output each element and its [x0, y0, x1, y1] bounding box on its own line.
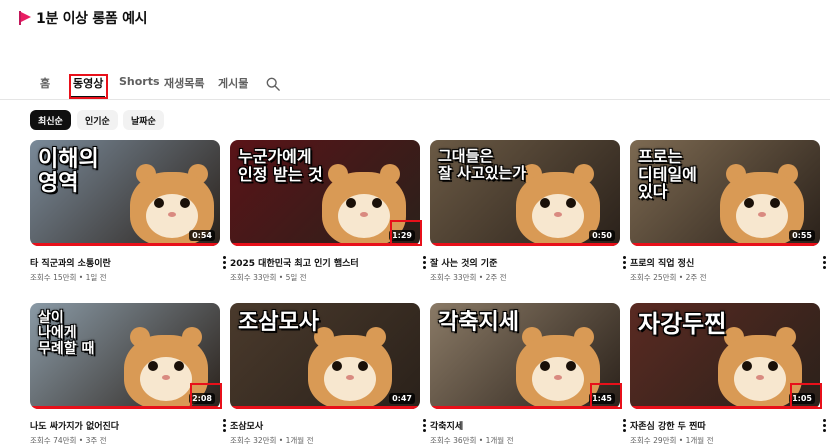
section-heading-text: 1분 이상 롱폼 예시	[36, 11, 148, 27]
video-card[interactable]: 프로는 디테일에 있다 0:55 프로의 직업 정신 조회수 25만회 • 2주 전	[630, 140, 826, 282]
video-card[interactable]: 조삼모사 0:47 조삼모사 조회수 32만회 • 1개월 전	[230, 303, 426, 445]
highlight-box-videos-tab	[69, 74, 108, 99]
watch-progress-bar	[230, 406, 420, 409]
video-meta: 조회수 74만회 • 3주 전	[30, 436, 107, 445]
video-thumbnail[interactable]: 조삼모사 0:47	[230, 303, 420, 409]
filter-oldest[interactable]: 날짜순	[123, 110, 164, 130]
video-title[interactable]: 잘 사는 것의 기준	[430, 256, 497, 269]
flag-icon	[18, 11, 32, 25]
video-meta: 조회수 29만회 • 1개월 전	[630, 436, 714, 445]
more-options-icon[interactable]	[222, 256, 226, 270]
more-options-icon[interactable]	[622, 419, 626, 433]
tab-home[interactable]: 홈	[40, 75, 50, 91]
highlight-box-duration	[390, 220, 422, 246]
filter-popular[interactable]: 인기순	[77, 110, 118, 130]
filter-latest[interactable]: 최신순	[30, 110, 71, 130]
more-options-icon[interactable]	[822, 419, 826, 433]
video-duration: 0:54	[189, 230, 215, 241]
video-title[interactable]: 나도 싸가지가 없어진다	[30, 419, 119, 432]
video-title[interactable]: 조삼모사	[230, 419, 263, 432]
video-title[interactable]: 타 직군과의 소통이란	[30, 256, 111, 269]
video-meta: 조회수 32만회 • 1개월 전	[230, 436, 314, 445]
video-card[interactable]: 각축지세 1:45 각축지세 조회수 36만회 • 1개월 전	[430, 303, 626, 445]
video-meta: 조회수 33만회 • 2주 전	[430, 273, 507, 282]
thumbnail-caption: 프로는 디테일에 있다	[638, 147, 697, 202]
video-thumbnail[interactable]: 이해의 영역 0:54	[30, 140, 220, 246]
video-meta: 조회수 33만회 • 5일 전	[230, 273, 307, 282]
thumbnail-caption: 각축지세	[438, 310, 519, 335]
video-thumbnail[interactable]: 그대들은 잘 사고있는가 0:50	[430, 140, 620, 246]
video-card[interactable]: 이해의 영역 0:54 타 직군과의 소통이란 조회수 15만회 • 1일 전	[30, 140, 226, 282]
section-heading: 1분 이상 롱폼 예시	[18, 8, 148, 28]
thumbnail-caption: 누군가에게 인정 받는 것	[238, 147, 323, 184]
more-options-icon[interactable]	[822, 256, 826, 270]
video-duration: 0:50	[589, 230, 615, 241]
video-card[interactable]: 살이 나에게 무례할 때 2:08 나도 싸가지가 없어진다 조회수 74만회 • …	[30, 303, 226, 445]
video-title[interactable]: 자존심 강한 두 찐따	[630, 419, 706, 432]
thumbnail-caption: 살이 나에게 무례할 때	[38, 310, 95, 357]
tab-playlists[interactable]: 재생목록	[164, 75, 204, 91]
thumbnail-caption: 조삼모사	[238, 310, 319, 335]
video-title[interactable]: 2025 대한민국 최고 인기 햄스터	[230, 256, 359, 269]
video-duration: 0:47	[389, 393, 415, 404]
highlight-box-duration	[590, 383, 622, 409]
video-meta: 조회수 25만회 • 2주 전	[630, 273, 707, 282]
thumbnail-caption: 자강두찐	[638, 310, 727, 338]
more-options-icon[interactable]	[422, 256, 426, 270]
highlight-box-duration	[790, 383, 822, 409]
video-title[interactable]: 각축지세	[430, 419, 463, 432]
more-options-icon[interactable]	[422, 419, 426, 433]
video-card[interactable]: 자강두찐 1:05 자존심 강한 두 찐따 조회수 29만회 • 1개월 전	[630, 303, 826, 445]
video-duration: 0:55	[789, 230, 815, 241]
watch-progress-bar	[630, 243, 820, 246]
more-options-icon[interactable]	[222, 419, 226, 433]
video-card[interactable]: 그대들은 잘 사고있는가 0:50 잘 사는 것의 기준 조회수 33만회 • 2…	[430, 140, 626, 282]
video-title[interactable]: 프로의 직업 정신	[630, 256, 694, 269]
watch-progress-bar	[430, 243, 620, 246]
video-meta: 조회수 15만회 • 1일 전	[30, 273, 107, 282]
highlight-box-duration	[190, 383, 222, 409]
video-card[interactable]: 누군가에게 인정 받는 것 1:29 2025 대한민국 최고 인기 햄스터 조회…	[230, 140, 426, 282]
thumbnail-caption: 그대들은 잘 사고있는가	[438, 147, 527, 182]
video-meta: 조회수 36만회 • 1개월 전	[430, 436, 514, 445]
watch-progress-bar	[30, 243, 220, 246]
channel-tabs: 홈 동영상 Shorts 재생목록 게시물	[0, 70, 830, 100]
more-options-icon[interactable]	[622, 256, 626, 270]
search-icon[interactable]	[266, 77, 280, 91]
tab-shorts[interactable]: Shorts	[119, 75, 160, 88]
thumbnail-caption: 이해의 영역	[38, 147, 99, 197]
video-thumbnail[interactable]: 프로는 디테일에 있다 0:55	[630, 140, 820, 246]
tab-posts[interactable]: 게시물	[218, 75, 248, 91]
